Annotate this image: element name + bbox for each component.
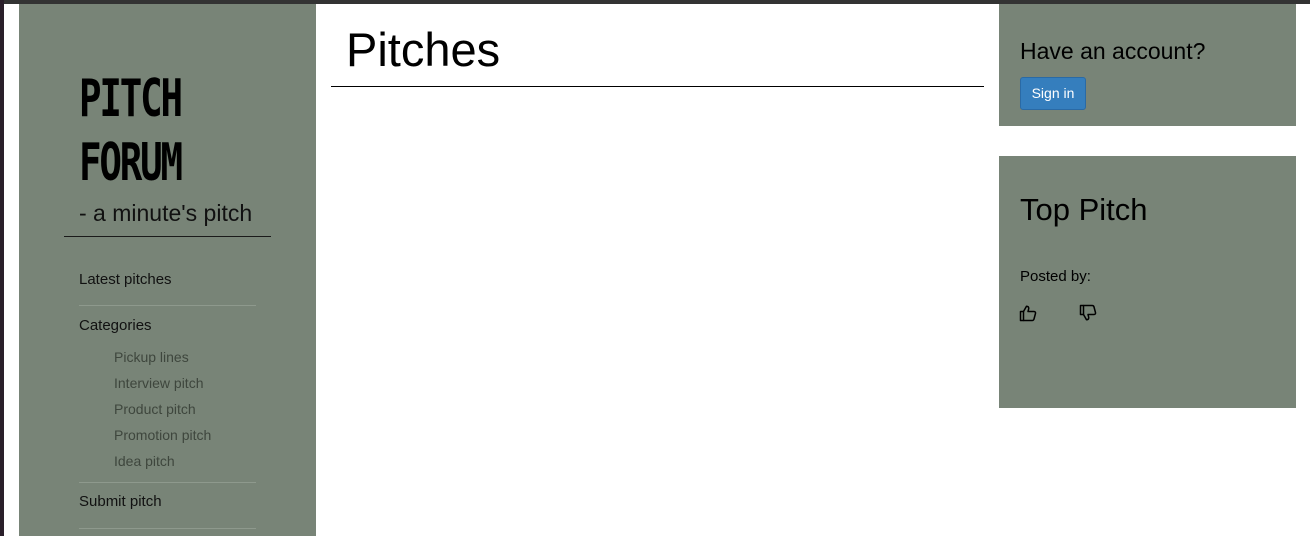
sidebar: PITCH FORUM - a minute's pitch Latest pi… xyxy=(19,4,316,536)
top-pitch-panel: Top Pitch Posted by: xyxy=(999,156,1296,408)
thumbs-up-icon[interactable] xyxy=(1019,304,1037,322)
title-divider xyxy=(331,86,984,87)
account-panel: Have an account? Sign in xyxy=(999,4,1296,126)
brand-line-2: FORUM xyxy=(79,133,183,193)
nav-divider xyxy=(79,528,256,529)
brand-divider xyxy=(64,236,271,237)
category-idea-pitch[interactable]: Idea pitch xyxy=(114,453,175,469)
brand-logo[interactable]: PITCH FORUM xyxy=(79,67,183,195)
brand-line-1: PITCH xyxy=(79,69,183,129)
nav-submit-pitch[interactable]: Submit pitch xyxy=(79,493,162,510)
window-left-border xyxy=(0,0,4,536)
category-interview-pitch[interactable]: Interview pitch xyxy=(114,375,203,391)
sign-in-button[interactable]: Sign in xyxy=(1020,77,1086,110)
nav-divider xyxy=(79,482,256,483)
nav-divider xyxy=(79,305,256,306)
category-product-pitch[interactable]: Product pitch xyxy=(114,401,196,417)
posted-by-label: Posted by: xyxy=(1020,268,1091,285)
page-title: Pitches xyxy=(346,23,501,76)
thumbs-down-icon[interactable] xyxy=(1079,304,1097,322)
category-pickup-lines[interactable]: Pickup lines xyxy=(114,349,189,365)
top-pitch-heading: Top Pitch xyxy=(1020,192,1148,227)
category-promotion-pitch[interactable]: Promotion pitch xyxy=(114,427,211,443)
nav-latest-pitches[interactable]: Latest pitches xyxy=(79,271,172,288)
nav-categories[interactable]: Categories xyxy=(79,317,152,334)
brand-tagline: - a minute's pitch xyxy=(79,200,253,226)
account-heading: Have an account? xyxy=(1020,38,1206,64)
